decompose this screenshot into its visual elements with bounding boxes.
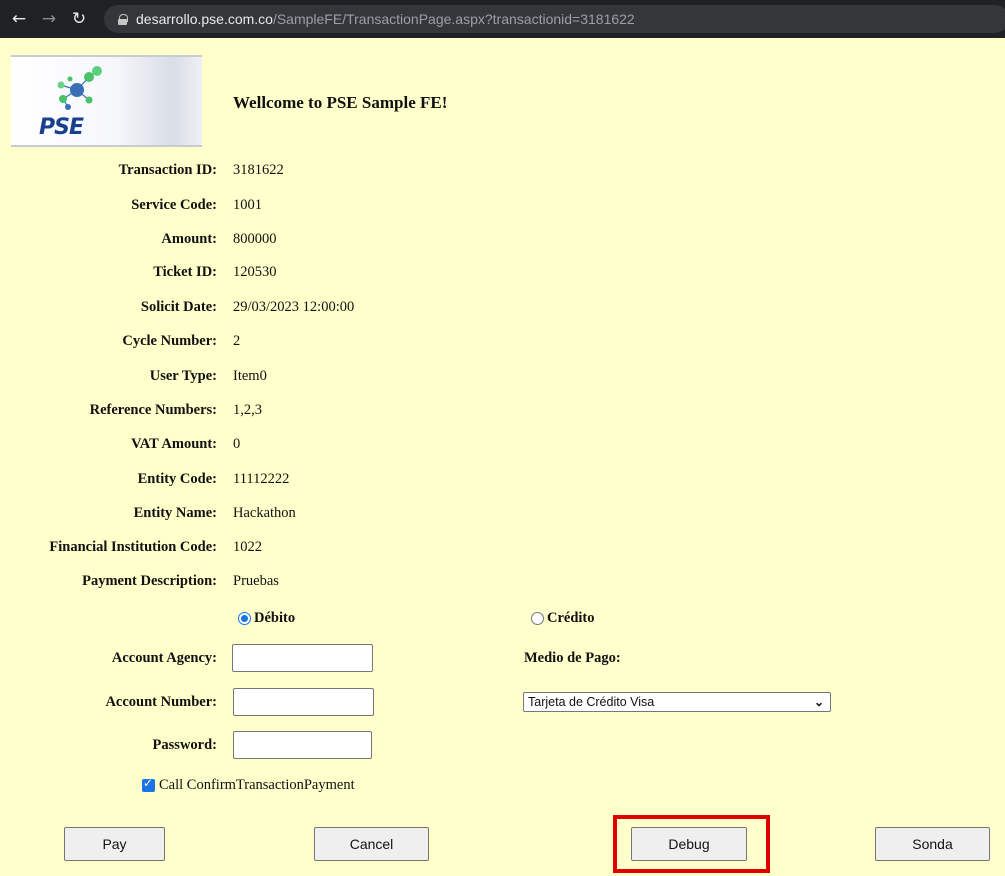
chevron-down-icon: ⌄ (813, 695, 824, 709)
field-label-transaction-id: Transaction ID: (118, 162, 217, 178)
field-label-payment-description: Payment Description: (82, 573, 217, 589)
field-label-cycle-number: Cycle Number: (122, 333, 217, 349)
account-number-label: Account Number: (105, 694, 217, 710)
logo-text: PSE (39, 115, 84, 140)
field-value-service-code: 1001 (233, 197, 262, 213)
sonda-button[interactable]: Sonda (875, 827, 990, 861)
confirm-transaction-checkbox[interactable]: ✓ (142, 776, 155, 792)
password-label: Password: (152, 737, 217, 753)
debug-highlight-box (613, 815, 770, 873)
field-label-entity-code: Entity Code: (137, 471, 217, 487)
field-value-transaction-id: 3181622 (233, 162, 284, 178)
url-text: desarrollo.pse.com.co/SampleFE/Transacti… (136, 11, 635, 27)
field-value-cycle-number: 2 (233, 333, 241, 349)
field-value-vat-amount: 0 (233, 436, 241, 452)
reload-icon[interactable]: ↻ (68, 10, 90, 28)
medio-de-pago-select[interactable]: Tarjeta de Crédito Visa ⌄ (523, 692, 831, 712)
field-label-amount: Amount: (161, 231, 217, 247)
lock-icon (118, 13, 128, 25)
confirm-transaction-label: Call ConfirmTransactionPayment (159, 777, 355, 793)
field-label-financial-institution-code: Financial Institution Code: (49, 539, 217, 555)
password-input[interactable] (233, 731, 372, 759)
field-value-solicit-date: 29/03/2023 12:00:00 (233, 299, 355, 315)
account-agency-label: Account Agency: (111, 650, 217, 666)
cancel-button[interactable]: Cancel (314, 827, 429, 861)
account-agency-input[interactable] (232, 644, 373, 672)
address-bar[interactable]: desarrollo.pse.com.co/SampleFE/Transacti… (104, 5, 1005, 33)
field-label-vat-amount: VAT Amount: (131, 436, 217, 452)
debito-label: Débito (254, 610, 296, 626)
field-label-service-code: Service Code: (131, 197, 217, 213)
credito-label: Crédito (547, 610, 595, 626)
browser-toolbar: ← → ↻ desarrollo.pse.com.co/SampleFE/Tra… (0, 0, 1005, 38)
field-value-entity-name: Hackathon (233, 505, 296, 521)
back-arrow-icon[interactable]: ← (8, 10, 30, 28)
checkmark-icon: ✓ (143, 776, 154, 790)
pay-button[interactable]: Pay (64, 827, 165, 861)
field-value-ticket-id: 120530 (233, 264, 277, 280)
page-title: Wellcome to PSE Sample FE! (233, 93, 448, 112)
credito-radio[interactable] (531, 612, 544, 625)
field-label-ticket-id: Ticket ID: (153, 264, 217, 280)
field-value-user-type: Item0 (233, 368, 267, 384)
medio-de-pago-selected: Tarjeta de Crédito Visa (528, 695, 655, 709)
field-label-reference-numbers: Reference Numbers: (89, 402, 217, 418)
field-value-entity-code: 11112222 (233, 471, 290, 487)
field-label-solicit-date: Solicit Date: (140, 299, 217, 315)
field-value-reference-numbers: 1,2,3 (233, 402, 262, 418)
pse-logo: PSE (11, 55, 202, 147)
field-value-amount: 800000 (233, 231, 277, 247)
field-label-user-type: User Type: (149, 368, 217, 384)
medio-de-pago-label: Medio de Pago: (524, 650, 621, 666)
field-value-payment-description: Pruebas (233, 573, 279, 589)
field-label-entity-name: Entity Name: (133, 505, 217, 521)
account-number-input[interactable] (233, 688, 374, 716)
field-value-financial-institution-code: 1022 (233, 539, 262, 555)
debito-radio[interactable] (238, 612, 251, 625)
forward-arrow-icon[interactable]: → (38, 10, 60, 28)
